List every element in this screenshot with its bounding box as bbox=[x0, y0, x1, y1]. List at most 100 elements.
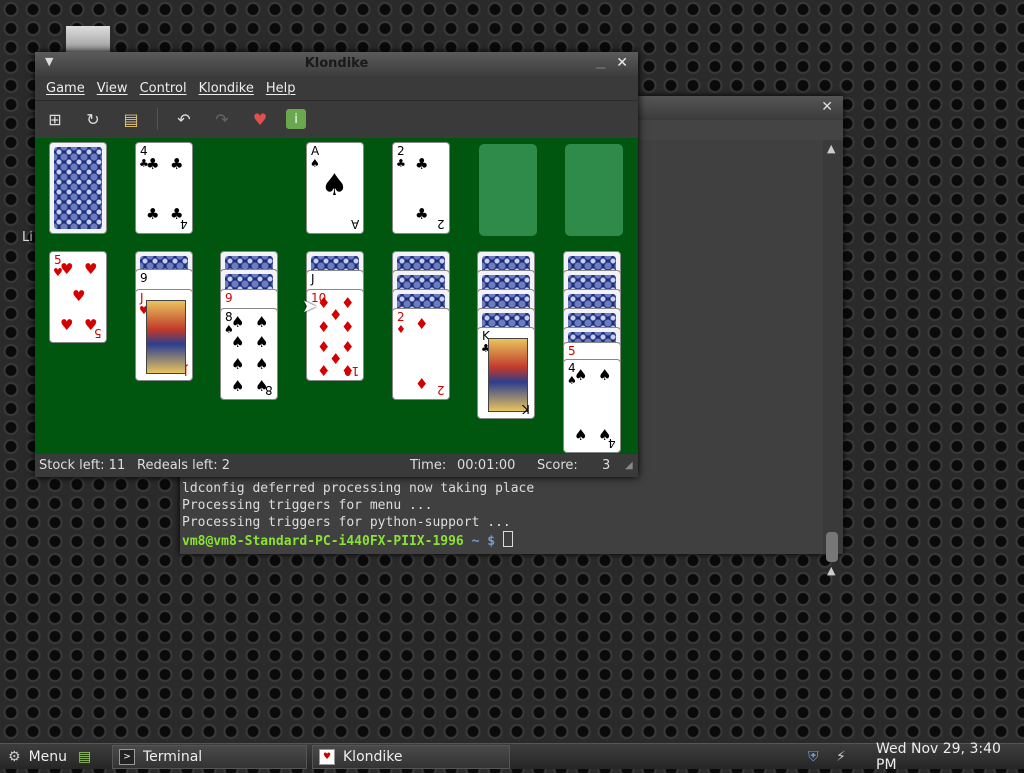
waste-card[interactable]: 4 ♣ ♣ ♣ ♣ ♣ 4 bbox=[135, 142, 193, 234]
card-pip: ♦ bbox=[415, 315, 429, 333]
card-rank: 2 bbox=[437, 217, 445, 231]
shield-icon[interactable]: ⛨ bbox=[808, 744, 819, 769]
hint-icon[interactable]: ♥ bbox=[248, 107, 272, 131]
network-icon[interactable]: ⚡ bbox=[836, 744, 846, 769]
klondike-window[interactable]: ▼ Klondike ▁ ✕ Game View Control Klondik… bbox=[35, 52, 638, 477]
game-table[interactable]: 4 ♣ ♣ ♣ ♣ ♣ 4 A ♠ ♠ A 2 ♣ ♣ ♣ 2 5 ♥ ♥ ♥ … bbox=[35, 138, 638, 454]
desktop-icon-label: Li bbox=[22, 230, 33, 245]
menubar: Game View Control Klondike Help bbox=[35, 76, 638, 100]
card-rank: 8 bbox=[265, 383, 273, 397]
tableau-card[interactable]: J ♥ J bbox=[135, 289, 193, 381]
card-pip: ♠ bbox=[231, 313, 245, 331]
card-rank: 2 bbox=[397, 310, 405, 324]
klondike-titlebar[interactable]: ▼ Klondike ▁ ✕ bbox=[35, 52, 638, 76]
menu-control[interactable]: Control bbox=[140, 81, 187, 96]
desktop-icon[interactable] bbox=[66, 26, 110, 52]
prompt-user: vm8@vm8-Standard-PC-i440FX-PIIX-1996 bbox=[182, 534, 464, 549]
undo-icon[interactable]: ↶ bbox=[172, 107, 196, 131]
foundation-slot[interactable] bbox=[565, 144, 623, 236]
close-icon[interactable]: ✕ bbox=[616, 55, 628, 71]
card-pip: ♠ bbox=[574, 426, 588, 444]
card-rank: A bbox=[350, 217, 359, 231]
toolbar: ⊞ ↻ ▤ ↶ ↷ ♥ i bbox=[35, 100, 638, 137]
card-pip: ♠ bbox=[321, 168, 348, 203]
taskbar-terminal[interactable]: > Terminal bbox=[112, 745, 307, 769]
card-pip: ♣ bbox=[146, 205, 160, 223]
prompt-path: ~ bbox=[471, 534, 480, 549]
cards-icon: ♥ bbox=[319, 749, 335, 765]
card-rank: 4 bbox=[608, 436, 616, 450]
taskbar: ⚙ Menu ▤ > Terminal ♥ Klondike ⛨ ⚡ Wed N… bbox=[0, 741, 1024, 773]
card-rank: 9 bbox=[225, 291, 233, 305]
card-pip: ♠ bbox=[231, 355, 245, 373]
card-rank: A bbox=[311, 144, 320, 158]
card-rank: J bbox=[184, 364, 188, 378]
taskbar-klondike[interactable]: ♥ Klondike bbox=[312, 745, 510, 769]
card-rank: 4 bbox=[180, 217, 188, 231]
score-label: Score: bbox=[537, 458, 578, 473]
card-pip: ♠ bbox=[255, 355, 269, 373]
scroll-thumb[interactable] bbox=[826, 532, 838, 562]
show-desktop-icon[interactable]: ▤ bbox=[78, 744, 91, 769]
foundation-slot[interactable] bbox=[479, 144, 537, 236]
stock-pile[interactable] bbox=[49, 142, 107, 234]
minimize-icon[interactable]: ▁ bbox=[596, 55, 605, 69]
tableau-card[interactable]: 2 ♦ ♦ ♦ 2 bbox=[392, 308, 450, 400]
scroll-up-icon[interactable]: ▲ bbox=[827, 142, 835, 155]
card-pip: ♦ bbox=[341, 338, 355, 356]
card-rank: 2 bbox=[437, 383, 445, 397]
card-rank: J bbox=[140, 291, 144, 305]
card-rank: 5 bbox=[568, 344, 576, 358]
card-pip: ♦ bbox=[341, 294, 355, 312]
terminal-output: ldconfig deferred processing now taking … bbox=[182, 480, 534, 550]
card-rank: 9 bbox=[140, 271, 148, 285]
card-rank: K bbox=[522, 402, 530, 416]
text-cursor bbox=[502, 531, 513, 547]
task-label: Terminal bbox=[143, 749, 203, 765]
menu-game[interactable]: Game bbox=[46, 81, 85, 96]
card-pip: ♦ bbox=[341, 318, 355, 336]
start-menu-button[interactable]: ⚙ Menu bbox=[8, 744, 67, 769]
card-pip: ♥ bbox=[60, 260, 74, 278]
menu-help[interactable]: Help bbox=[266, 81, 296, 96]
terminal-icon: > bbox=[119, 749, 135, 765]
menu-view[interactable]: View bbox=[97, 81, 128, 96]
card-pip: ♥ bbox=[84, 260, 98, 278]
menu-klondike[interactable]: Klondike bbox=[199, 81, 254, 96]
resize-grip-icon[interactable]: ◢ bbox=[625, 460, 633, 471]
tableau-card[interactable]: 4 ♠ ♠ ♠ ♠ ♠ 4 bbox=[563, 359, 621, 453]
scroll-up-icon[interactable]: ▲ bbox=[827, 564, 835, 577]
info-icon[interactable]: i bbox=[286, 109, 306, 129]
terminal-line: Processing triggers for python-support .… bbox=[182, 515, 511, 530]
restart-icon[interactable]: ↻ bbox=[81, 107, 105, 131]
new-game-icon[interactable]: ⊞ bbox=[43, 107, 67, 131]
card-pip: ♠ bbox=[231, 377, 245, 395]
terminal-prompt[interactable]: vm8@vm8-Standard-PC-i440FX-PIIX-1996 ~ $ bbox=[182, 531, 534, 550]
card-pip: ♠ bbox=[231, 333, 245, 351]
card-rank: J bbox=[311, 272, 315, 286]
task-label: Klondike bbox=[343, 749, 403, 765]
tableau-card[interactable]: 5 ♥ ♥ ♥ ♥ ♥ ♥ 5 bbox=[49, 251, 107, 343]
card-pip: ♠ bbox=[255, 333, 269, 351]
redeals-left-label: Redeals left: 2 bbox=[137, 458, 231, 473]
prompt-symbol: $ bbox=[487, 534, 496, 549]
tableau-card[interactable]: 8 ♠ ♠ ♠ ♠ ♠ ♠ ♠ ♠ ♠ 8 bbox=[220, 308, 278, 400]
tableau-card[interactable]: K ♣ K bbox=[477, 327, 535, 419]
terminal-line: ldconfig deferred processing now taking … bbox=[182, 481, 535, 496]
statusbar: Stock left: 11 Redeals left: 2 Time: 00:… bbox=[35, 454, 638, 477]
select-game-icon[interactable]: ▤ bbox=[119, 107, 143, 131]
card-rank: 10 bbox=[343, 364, 359, 378]
score-value: 3 bbox=[602, 458, 611, 473]
terminal-scrollbar[interactable]: ▲ ▲ bbox=[823, 140, 843, 577]
foundation-card[interactable]: A ♠ ♠ A bbox=[306, 142, 364, 234]
foundation-card[interactable]: 2 ♣ ♣ ♣ 2 bbox=[392, 142, 450, 234]
card-pip: ♦ bbox=[415, 375, 429, 393]
card-rank: 5 bbox=[94, 326, 102, 340]
terminal-line: Processing triggers for menu ... bbox=[182, 498, 433, 513]
close-icon[interactable]: ✕ bbox=[821, 99, 833, 115]
redo-icon[interactable]: ↷ bbox=[210, 107, 234, 131]
card-pip: ♠ bbox=[255, 313, 269, 331]
card-suit: ♠ bbox=[310, 157, 320, 170]
card-rank: 2 bbox=[397, 144, 405, 158]
clock[interactable]: Wed Nov 29, 3:40 PM bbox=[876, 741, 1024, 773]
